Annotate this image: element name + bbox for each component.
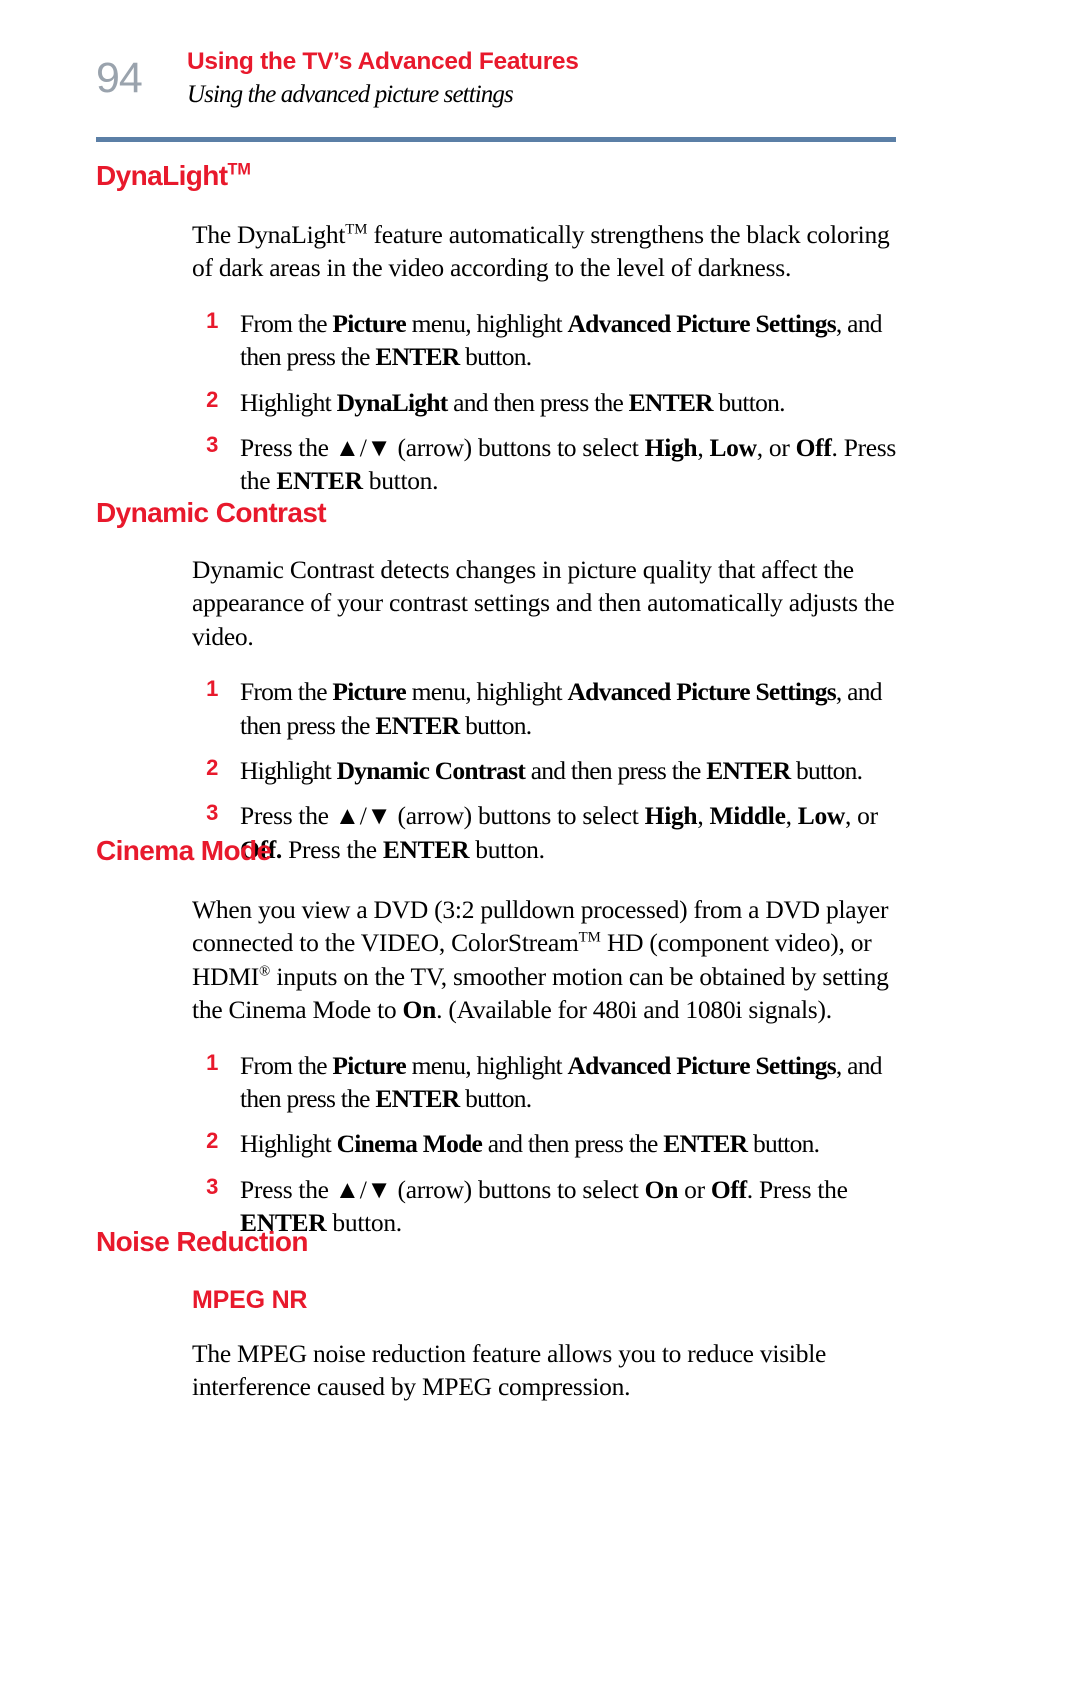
header-title: Using the TV’s Advanced Features [187, 48, 579, 75]
page-number: 94 [96, 54, 143, 102]
section-cinema-mode: Cinema Mode When you view a DVD (3:2 pul… [96, 835, 916, 1240]
section-intro-dynalight: The DynaLightTM feature automatically st… [192, 220, 890, 283]
step-text: Highlight DynaLight and then press the E… [240, 387, 785, 417]
steps-dynalight: 1 From the Picture menu, highlight Advan… [192, 307, 916, 498]
document-page: 94 Using the TV’s Advanced Features Usin… [0, 0, 1080, 1682]
section-intro-dynamic-contrast: Dynamic Contrast detects changes in pict… [192, 555, 895, 651]
step-number: 1 [206, 676, 218, 702]
arrow-down-icon: ▼ [366, 432, 392, 462]
step-number: 1 [206, 307, 218, 333]
section-heading-cinema-mode: Cinema Mode [96, 835, 272, 866]
section-dynalight: DynaLightTM The DynaLightTM feature auto… [96, 160, 916, 498]
step-text: Highlight Dynamic Contrast and then pres… [240, 755, 863, 785]
trademark-sup: TM [227, 160, 251, 179]
step-text: Highlight Cinema Mode and then press the… [240, 1129, 820, 1159]
step-text: From the Picture menu, highlight Advance… [240, 677, 882, 740]
list-item: 2 Highlight DynaLight and then press the… [192, 386, 916, 419]
step-number: 2 [206, 754, 218, 780]
step-number: 1 [206, 1049, 218, 1075]
section-intro-noise-reduction: The MPEG noise reduction feature allows … [192, 1339, 827, 1402]
step-number: 2 [206, 386, 218, 412]
step-number: 3 [206, 800, 218, 826]
section-heading-noise-reduction: Noise Reduction [96, 1226, 309, 1257]
step-number: 2 [206, 1128, 218, 1154]
list-item: 2 Highlight Cinema Mode and then press t… [192, 1127, 916, 1160]
arrow-down-icon: ▼ [366, 1174, 392, 1204]
section-dynamic-contrast: Dynamic Contrast Dynamic Contrast detect… [96, 497, 916, 866]
list-item: 3 Press the ▲/▼ (arrow) buttons to selec… [192, 431, 916, 498]
header-text-block: Using the TV’s Advanced Features Using t… [187, 48, 896, 109]
section-heading-dynamic-contrast: Dynamic Contrast [96, 497, 327, 528]
step-text: Press the ▲/▼ (arrow) buttons to select … [240, 432, 897, 496]
section-noise-reduction: Noise Reduction MPEG NR The MPEG noise r… [96, 1226, 916, 1404]
step-text: From the Picture menu, highlight Advance… [240, 308, 882, 372]
section-heading-dynalight: DynaLightTM [96, 160, 251, 191]
arrow-up-icon: ▲ [334, 432, 360, 462]
step-text: From the Picture menu, highlight Advance… [240, 1050, 882, 1113]
list-item: 1 From the Picture menu, highlight Advan… [192, 675, 916, 742]
steps-cinema-mode: 1 From the Picture menu, highlight Advan… [192, 1049, 916, 1240]
arrow-up-icon: ▲ [334, 801, 360, 831]
subsection-heading-mpeg-nr: MPEG NR [192, 1286, 308, 1314]
arrow-up-icon: ▲ [334, 1174, 360, 1204]
step-number: 3 [206, 1173, 218, 1199]
header-divider [96, 137, 896, 142]
page-header: 94 Using the TV’s Advanced Features Usin… [96, 48, 896, 109]
header-subtitle: Using the advanced picture settings [187, 81, 514, 109]
step-number: 3 [206, 431, 218, 457]
arrow-down-icon: ▼ [366, 801, 392, 831]
list-item: 1 From the Picture menu, highlight Advan… [192, 307, 916, 374]
list-item: 1 From the Picture menu, highlight Advan… [192, 1049, 916, 1116]
list-item: 2 Highlight Dynamic Contrast and then pr… [192, 754, 916, 787]
section-intro-cinema-mode: When you view a DVD (3:2 pulldown proces… [192, 895, 889, 1025]
